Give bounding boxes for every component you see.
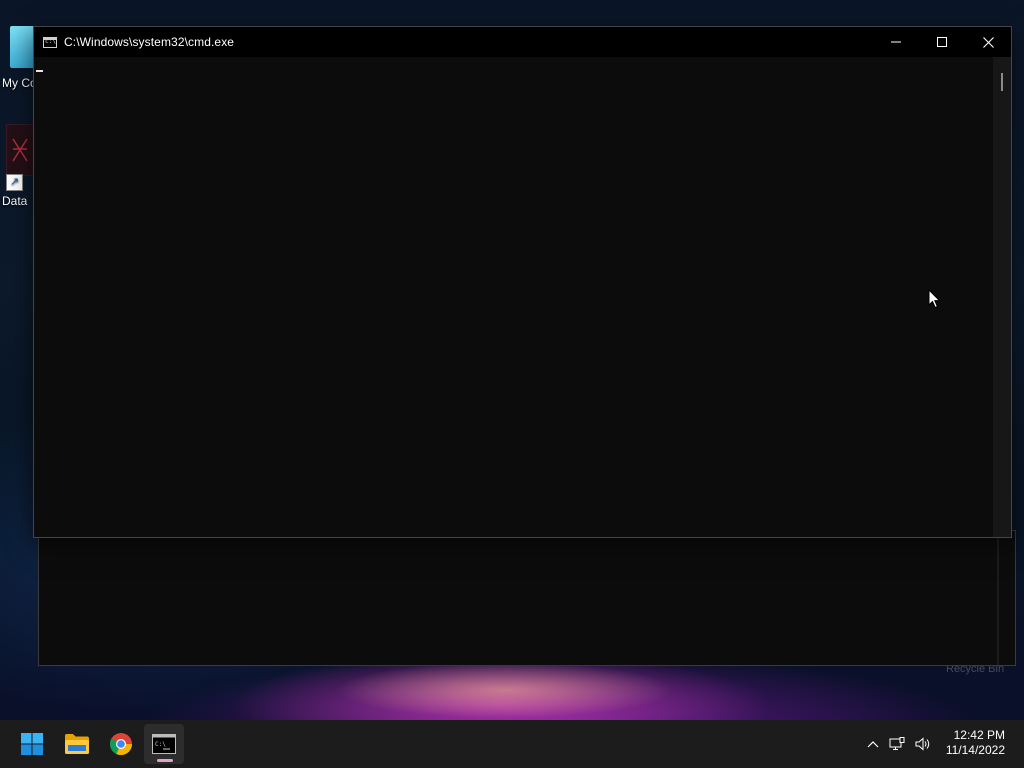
file-explorer-button[interactable]: [57, 724, 97, 764]
clock[interactable]: 12:42 PM 11/14/2022: [946, 728, 1005, 758]
desktop-icon-label: Data: [2, 194, 28, 208]
minimize-button[interactable]: [873, 27, 919, 57]
clock-time: 12:42 PM: [953, 728, 1005, 742]
console-output[interactable]: [34, 57, 993, 537]
cmd-window[interactable]: c:\ C:\Windows\system32\cmd.exe: [33, 26, 1012, 538]
maximize-button[interactable]: [919, 27, 965, 57]
svg-text:C:\: C:\: [155, 741, 166, 748]
close-icon: [982, 36, 994, 48]
background-scrollbar: [997, 531, 999, 665]
volume-button[interactable]: [910, 729, 936, 759]
speaker-icon: [915, 737, 930, 751]
scrollbar-thumb[interactable]: [1001, 73, 1003, 91]
minimize-icon: [891, 41, 901, 43]
cmd-app-icon: c:\: [43, 36, 57, 48]
active-app-indicator: [157, 759, 173, 762]
start-button[interactable]: [12, 724, 52, 764]
system-tray: [862, 720, 936, 768]
background-console-window[interactable]: [38, 530, 1016, 666]
cmd-taskbar-button[interactable]: C:\: [144, 724, 184, 764]
mouse-pointer-icon: [928, 289, 941, 309]
show-hidden-icons-button[interactable]: [862, 729, 884, 759]
vertical-scrollbar[interactable]: [993, 57, 1011, 537]
close-button[interactable]: [965, 27, 1011, 57]
chrome-button[interactable]: [101, 724, 141, 764]
window-title: C:\Windows\system32\cmd.exe: [64, 35, 235, 49]
desktop-icon-label: My Co: [2, 76, 37, 90]
chrome-icon: [109, 733, 133, 756]
folder-icon: [65, 734, 89, 754]
chevron-up-icon: [867, 741, 879, 748]
window-controls: [873, 27, 1011, 57]
network-button[interactable]: [884, 729, 910, 759]
clock-date: 11/14/2022: [945, 743, 1005, 757]
text-cursor: [36, 70, 43, 72]
shortcut-arrow-icon: ↗: [6, 174, 23, 191]
title-bar[interactable]: c:\ C:\Windows\system32\cmd.exe: [34, 27, 1011, 57]
database-shortcut-icon: [6, 124, 34, 176]
windows-start-icon: [21, 733, 43, 755]
network-icon: [889, 737, 905, 750]
cmd-icon: C:\: [152, 734, 176, 754]
maximize-icon: [937, 37, 947, 47]
